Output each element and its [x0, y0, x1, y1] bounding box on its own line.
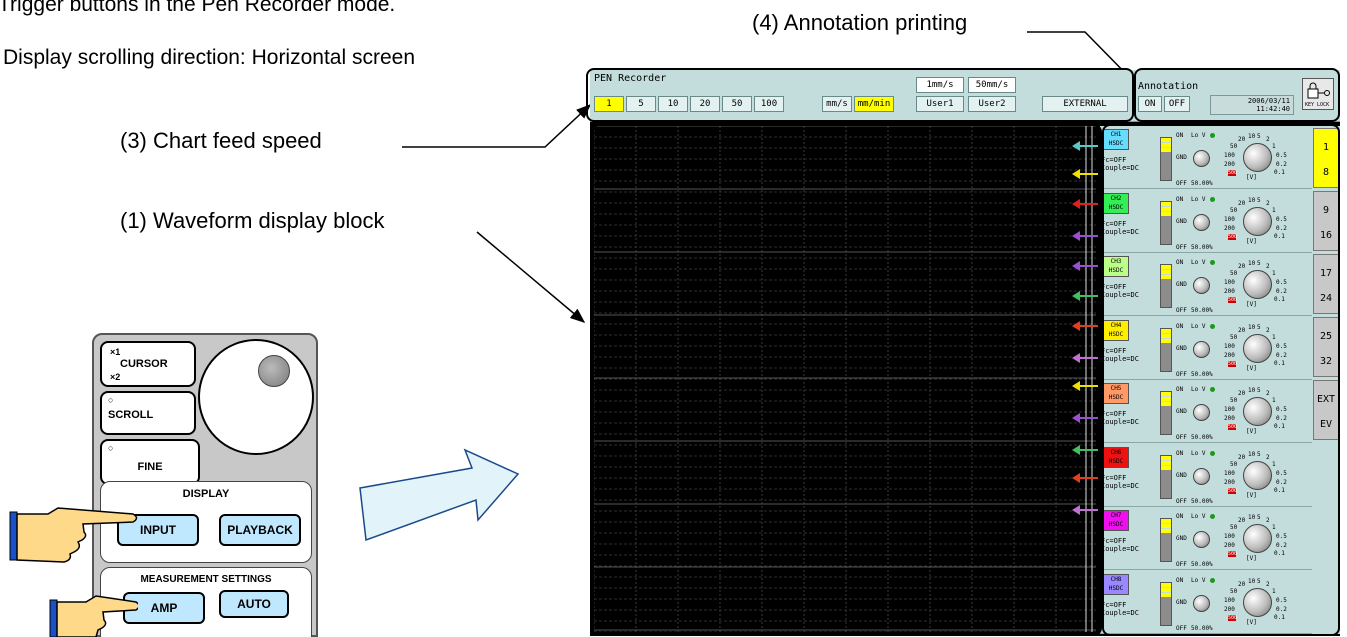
auto-button[interactable]: AUTO [219, 590, 289, 618]
cursor-x2-led: ×2 [110, 372, 121, 382]
cursor-label: CURSOR [120, 358, 168, 370]
cursor-button[interactable]: ×1 CURSOR ×2 [100, 341, 196, 387]
pointing-hand-icons [9, 507, 138, 637]
pointing-hand-input-icon [9, 507, 138, 563]
big-arrow [359, 448, 520, 542]
cursor-x1-led: ×1 [110, 347, 121, 357]
jog-dial-grip [258, 355, 290, 387]
playback-button[interactable]: PLAYBACK [219, 514, 301, 546]
display-group-label: DISPLAY [182, 488, 230, 500]
fine-button[interactable]: ○ FINE [100, 439, 200, 485]
frame-waveform-block [590, 124, 1102, 636]
frame-chart-feed-speed [586, 68, 1134, 122]
scroll-button[interactable]: ○ SCROLL [100, 391, 196, 435]
frame-channel-block [1102, 124, 1340, 636]
pointing-hand-amp-icon [49, 595, 138, 637]
frame-annotation [1134, 68, 1340, 122]
jog-dial[interactable] [198, 339, 314, 455]
